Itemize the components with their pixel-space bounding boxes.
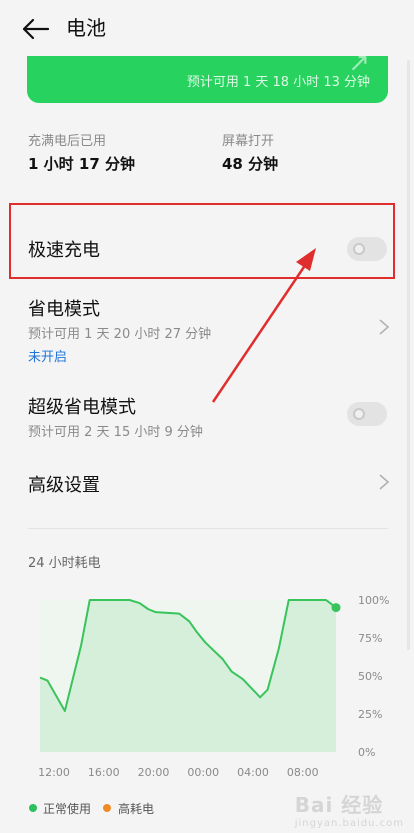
app-header: 电池 xyxy=(0,0,414,58)
legend-dot-high xyxy=(103,804,111,812)
battery-usage-chart: 100% 75% 50% 25% 0% 12:00 16:00 20:00 00:00 04:00… xyxy=(0,580,414,780)
scrollbar[interactable] xyxy=(407,60,410,650)
back-arrow-icon[interactable] xyxy=(22,18,50,40)
chevron-right-icon xyxy=(379,319,390,335)
x-tick-label: 08:00 xyxy=(287,766,319,779)
y-tick-label: 50% xyxy=(358,670,382,683)
current-level-point xyxy=(331,603,341,613)
y-tick-label: 0% xyxy=(358,746,375,759)
toggle-knob xyxy=(353,408,365,420)
y-tick-label: 25% xyxy=(358,708,382,721)
y-tick-label: 100% xyxy=(358,594,389,607)
super-power-saving-estimate: 预计可用 2 天 15 小时 9 分钟 xyxy=(28,425,203,440)
stat-value-screen-on: 48 分钟 xyxy=(222,155,279,173)
annotation-highlight-box xyxy=(9,203,395,279)
x-tick-label: 16:00 xyxy=(88,766,120,779)
power-saving-label: 省电模式 xyxy=(28,299,100,320)
legend-dot-normal xyxy=(29,804,37,812)
chart-title: 24 小时耗电 xyxy=(28,556,101,571)
chart-svg: 100% 75% 50% 25% 0% 12:00 16:00 20:00 00:00 04:00… xyxy=(38,594,389,779)
legend-label-high: 高耗电 xyxy=(118,802,155,816)
stat-label-screen-on: 屏幕打开 xyxy=(222,134,275,149)
advanced-settings-label: 高级设置 xyxy=(28,475,100,496)
legend-label-normal: 正常使用 xyxy=(43,802,92,816)
y-tick-label: 75% xyxy=(358,632,382,645)
page-title: 电池 xyxy=(66,16,106,40)
watermark-logo: Bai 经验 jingyan.baidu.com xyxy=(294,793,404,829)
x-tick-label: 20:00 xyxy=(138,766,170,779)
x-tick-label: 00:00 xyxy=(187,766,219,779)
super-power-saving-label: 超级省电模式 xyxy=(28,397,136,418)
stat-value-since-charge: 1 小时 17 分钟 xyxy=(28,155,135,173)
super-power-saving-toggle[interactable] xyxy=(347,402,387,426)
battery-status-card: ↗ 预计可用 1 天 18 小时 13 分钟 xyxy=(27,56,388,103)
power-saving-status: 未开启 xyxy=(28,350,68,365)
x-tick-label: 04:00 xyxy=(237,766,269,779)
chevron-right-icon xyxy=(379,474,390,490)
x-tick-label: 12:00 xyxy=(38,766,70,779)
power-saving-estimate: 预计可用 1 天 20 小时 27 分钟 xyxy=(28,327,212,342)
section-divider xyxy=(28,528,388,529)
stat-label-since-charge: 充满电后已用 xyxy=(28,134,107,149)
battery-estimate: 预计可用 1 天 18 小时 13 分钟 xyxy=(186,75,370,90)
